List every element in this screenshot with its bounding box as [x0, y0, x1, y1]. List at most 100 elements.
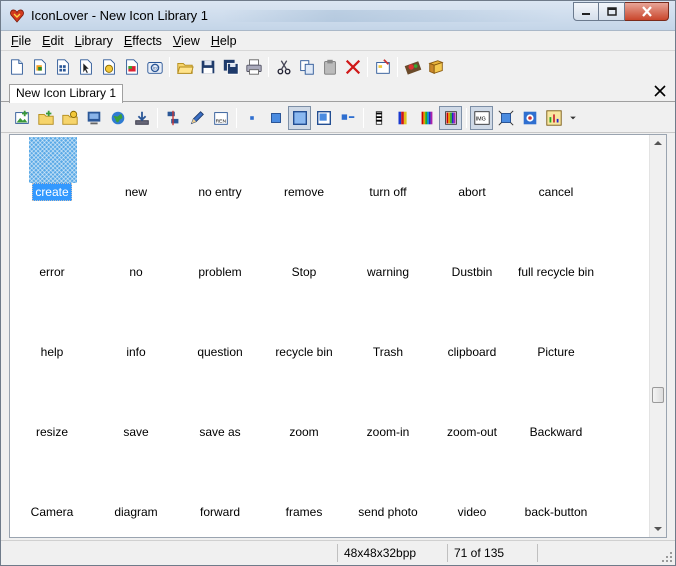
delete-button[interactable] [341, 55, 364, 78]
cut-button[interactable] [272, 55, 295, 78]
document-tab-strip: New Icon Library 1 [1, 82, 675, 103]
menu-file[interactable]: File [7, 34, 35, 48]
library-icon-item[interactable]: problem [178, 215, 262, 295]
edit-pen-button[interactable] [185, 106, 208, 130]
document-tab[interactable]: New Icon Library 1 [9, 84, 124, 103]
menu-help[interactable]: Help [207, 34, 241, 48]
new-animated-cursor-button[interactable] [97, 55, 120, 78]
scroll-down-button[interactable] [650, 521, 666, 537]
library-icon-item[interactable]: Trash [346, 295, 430, 375]
vertical-scrollbar[interactable] [649, 135, 666, 537]
library-icon-item[interactable]: question [178, 295, 262, 375]
library-icon-item[interactable]: new [94, 135, 178, 215]
new-file-button[interactable] [5, 55, 28, 78]
copy-button[interactable] [295, 55, 318, 78]
chart-menu-button[interactable] [542, 106, 565, 130]
library-icon-item[interactable]: Picture [514, 295, 598, 375]
library-icon-item[interactable]: error [10, 215, 94, 295]
resize-button[interactable] [494, 106, 517, 130]
image-format-button[interactable]: IMG [470, 105, 493, 130]
scrollbar-thumb[interactable] [652, 387, 664, 403]
library-icon-item[interactable]: warning [346, 215, 430, 295]
add-files-button[interactable] [58, 106, 81, 130]
library-icon-item[interactable]: save [94, 375, 178, 455]
icon-library-view[interactable]: create new no entry remove turn off abort canc… [9, 134, 667, 538]
maximize-button[interactable] [599, 2, 625, 21]
open-folder-button[interactable] [173, 55, 196, 78]
menu-edit[interactable]: Edit [38, 34, 68, 48]
color-16-button[interactable] [391, 106, 414, 130]
library-icon-item[interactable]: zoom-in [346, 375, 430, 455]
library-icon-item[interactable]: abort [430, 135, 514, 215]
library-icon-item[interactable]: Camera [10, 455, 94, 535]
library-icon-item[interactable]: remove [262, 135, 346, 215]
dropdown-button[interactable] [566, 106, 580, 130]
new-image-button[interactable] [120, 55, 143, 78]
download-button[interactable] [130, 106, 153, 130]
library-icon-item[interactable]: Stop [262, 215, 346, 295]
web-button[interactable] [106, 106, 129, 130]
new-image-list-button[interactable]: ico [143, 55, 166, 78]
library-icon-item[interactable]: create [10, 135, 94, 215]
library-icon-item[interactable]: send photo [346, 455, 430, 535]
save-button[interactable] [196, 55, 219, 78]
save-all-button[interactable] [219, 55, 242, 78]
paste-button[interactable] [318, 55, 341, 78]
minimize-button[interactable] [573, 2, 599, 21]
preview-button[interactable] [518, 106, 541, 130]
library-icon-item[interactable]: turn off [346, 135, 430, 215]
color-mono-button[interactable] [367, 106, 390, 130]
menu-view[interactable]: View [169, 34, 204, 48]
color-true-button[interactable] [439, 105, 462, 130]
library-icon-item[interactable]: full recycle bin [514, 215, 598, 295]
print-button[interactable] [242, 55, 265, 78]
book-button[interactable] [424, 55, 447, 78]
scroll-up-button[interactable] [650, 135, 666, 151]
library-icon-item[interactable]: clipboard [430, 295, 514, 375]
library-toolbar: REN IMG [1, 103, 675, 133]
size-xlarge-button[interactable] [312, 106, 335, 130]
library-icon-item[interactable]: Dustbin [430, 215, 514, 295]
properties-button[interactable] [371, 55, 394, 78]
menu-library[interactable]: Library [71, 34, 117, 48]
add-image-button[interactable] [10, 106, 33, 130]
library-icon-item[interactable]: Backward [514, 375, 598, 455]
library-icon-item[interactable]: no [94, 215, 178, 295]
close-document-icon[interactable] [653, 84, 667, 98]
resize-grip-icon[interactable] [661, 551, 673, 563]
library-icon-item[interactable]: resize [10, 375, 94, 455]
library-icon-item[interactable]: save as [178, 375, 262, 455]
library-icon-item[interactable]: forward [178, 455, 262, 535]
extract-from-exe-button[interactable] [82, 106, 105, 130]
icon-label-container: send photo [346, 505, 430, 519]
size-large-button[interactable] [288, 105, 311, 130]
align-button[interactable] [161, 106, 184, 130]
size-small-button[interactable] [240, 106, 263, 130]
library-icon-item[interactable]: frames [262, 455, 346, 535]
list-view-button[interactable] [336, 106, 359, 130]
new-cursor-button[interactable] [74, 55, 97, 78]
title-bar[interactable]: IconLover - New Icon Library 1 [1, 1, 675, 31]
icon-thumbnail [365, 297, 413, 343]
new-icon-file-button[interactable] [28, 55, 51, 78]
library-icon-item[interactable]: zoom-out [430, 375, 514, 455]
icon-label-container: Trash [346, 345, 430, 359]
size-medium-button[interactable] [264, 106, 287, 130]
new-library-button[interactable] [51, 55, 74, 78]
library-icon-item[interactable]: help [10, 295, 94, 375]
library-icon-item[interactable]: video [430, 455, 514, 535]
library-icon-item[interactable]: recycle bin [262, 295, 346, 375]
color-256-button[interactable] [415, 106, 438, 130]
add-folder-button[interactable] [34, 106, 57, 130]
menu-effects[interactable]: Effects [120, 34, 166, 48]
close-window-button[interactable] [625, 2, 669, 21]
web-icon [111, 111, 124, 124]
library-icon-item[interactable]: cancel [514, 135, 598, 215]
library-icon-item[interactable]: diagram [94, 455, 178, 535]
rename-button[interactable]: REN [209, 106, 232, 130]
library-icon-item[interactable]: back-button [514, 455, 598, 535]
library-icon-item[interactable]: no entry [178, 135, 262, 215]
library-icon-item[interactable]: info [94, 295, 178, 375]
library-icon-item[interactable]: zoom [262, 375, 346, 455]
film-strip-button[interactable] [401, 55, 424, 78]
